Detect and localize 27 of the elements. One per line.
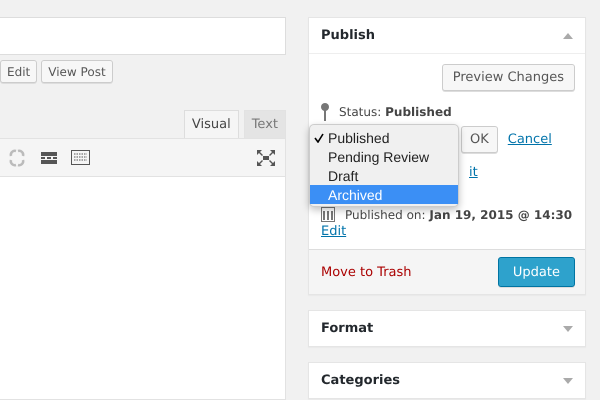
expand-arrow-icon[interactable] xyxy=(563,326,573,332)
cancel-link[interactable]: Cancel xyxy=(508,132,552,146)
edit-link[interactable]: it xyxy=(469,165,478,180)
editor-tab[interactable]: Visual xyxy=(184,110,239,138)
preview-button[interactable]: Preview Changes xyxy=(442,64,575,91)
trash-link[interactable]: Move to Trash xyxy=(321,264,412,280)
panel-title: Publish xyxy=(321,28,375,43)
edit-link[interactable]: Edit xyxy=(321,224,346,239)
pin-icon xyxy=(321,103,329,121)
ok-button[interactable]: OK xyxy=(461,126,498,152)
post-action-button[interactable]: View Post xyxy=(41,60,113,83)
calendar-icon xyxy=(321,207,335,222)
editor-tab[interactable]: Text xyxy=(244,110,286,138)
dropdown-option[interactable]: Draft xyxy=(310,166,458,185)
collapse-arrow-icon[interactable] xyxy=(563,32,573,38)
keyboard-icon[interactable] xyxy=(71,150,90,165)
panel-title: Categories xyxy=(321,373,400,388)
fullscreen-icon[interactable] xyxy=(257,150,275,166)
published-date-text: Published on: Jan 19, 2015 @ 14:30 xyxy=(345,208,572,222)
dropdown-option[interactable]: Published xyxy=(310,128,458,147)
status-text: Status: Published xyxy=(339,105,452,119)
horizontal-line-icon[interactable] xyxy=(41,152,57,164)
title-field[interactable] xyxy=(0,17,286,55)
panel-title: Format xyxy=(321,321,374,336)
expand-arrow-icon[interactable] xyxy=(563,378,573,384)
dropdown-option[interactable]: Pending Review xyxy=(310,147,458,166)
post-action-button[interactable]: Edit xyxy=(0,60,38,83)
